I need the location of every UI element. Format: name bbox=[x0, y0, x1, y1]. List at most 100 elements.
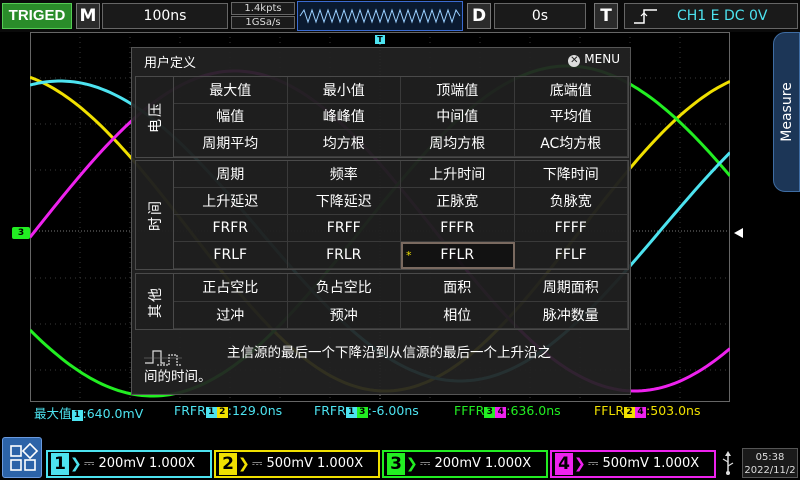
timebase-value[interactable]: 100ns bbox=[102, 3, 228, 29]
measurement-readout[interactable]: FFFR 3 4:636.0ns bbox=[454, 403, 561, 421]
measure-item[interactable]: 上升延迟 bbox=[174, 188, 288, 215]
description-area: 主信源的最后一个下降沿到从信源的最后一个上升沿之 间的时间。 bbox=[135, 335, 629, 392]
measure-item[interactable]: FRFR bbox=[174, 215, 288, 242]
horizontal-key[interactable]: M bbox=[76, 3, 100, 29]
measure-item-label: 负脉宽 bbox=[549, 194, 592, 210]
measure-item[interactable]: 最小值 bbox=[287, 77, 401, 104]
measure-item[interactable]: 下降延迟 bbox=[287, 188, 401, 215]
measure-item-label: 周期面积 bbox=[542, 280, 599, 297]
measure-item[interactable]: 预冲 bbox=[287, 301, 401, 329]
delay-value[interactable]: 0s bbox=[494, 3, 586, 29]
channel-1-box[interactable]: 1 ❯ ⎓ 200mV 1.000X bbox=[46, 450, 212, 478]
measurement-readout[interactable]: FRFR 1 3:-6.00ns bbox=[314, 403, 419, 421]
channel-4-box[interactable]: 4 ❯ ⎓ 500mV 1.000X bbox=[550, 450, 716, 478]
trigger-settings[interactable]: CH1 E DC 0V bbox=[624, 3, 798, 29]
channel-3-box[interactable]: 3 ❯ ⎓ 200mV 1.000X bbox=[382, 450, 548, 478]
measure-item[interactable]: 过冲 bbox=[174, 301, 288, 329]
source-channel-chip: 3 bbox=[356, 407, 368, 418]
selected-star-icon: * bbox=[406, 248, 412, 262]
trigger-level-marker[interactable] bbox=[734, 228, 743, 238]
measure-item[interactable]: FRLF bbox=[174, 242, 288, 269]
measure-item[interactable]: FFLF bbox=[514, 242, 628, 269]
channel-number: 1 bbox=[51, 453, 69, 475]
measure-item[interactable]: FFFR bbox=[401, 215, 515, 242]
measure-item[interactable]: 频率 bbox=[287, 161, 401, 188]
measure-side-tab[interactable]: Measure bbox=[773, 32, 800, 192]
measure-item[interactable]: 正占空比 bbox=[174, 274, 288, 302]
measure-item-label: FRLF bbox=[213, 247, 248, 263]
close-icon: ✕ bbox=[568, 55, 581, 67]
measure-item-label: 顶端值 bbox=[436, 82, 479, 99]
delay-key[interactable]: D bbox=[467, 3, 491, 29]
source-channel-chip: 1 bbox=[71, 410, 83, 421]
clock-date: 2022/11/2 bbox=[744, 465, 796, 476]
waveform-overview[interactable] bbox=[297, 1, 463, 31]
measure-item[interactable]: 周均方根 bbox=[401, 130, 515, 157]
trigger-status[interactable]: TRIGED bbox=[2, 3, 72, 29]
source-channel-chip: 4 bbox=[495, 407, 507, 418]
measurement-readout[interactable]: FFLR 2 4:503.0ns bbox=[594, 403, 700, 421]
trigger-position-marker[interactable]: T bbox=[375, 35, 385, 44]
ch3-offset-marker[interactable]: 3 bbox=[12, 227, 30, 239]
measure-item-label: 最大值 bbox=[209, 82, 252, 99]
measure-item-label: FFFF bbox=[554, 220, 587, 236]
sample-rate: 1GSa/s bbox=[231, 16, 295, 29]
measure-item[interactable]: FRLR bbox=[287, 242, 401, 269]
measurement-name: FFFR bbox=[454, 403, 485, 418]
dialog-title: 用户定义 bbox=[144, 56, 197, 71]
measurement-name: FRFR bbox=[174, 403, 206, 418]
measure-item[interactable]: 负脉宽 bbox=[514, 188, 628, 215]
measurement-name: FFLR bbox=[594, 403, 625, 418]
measure-item[interactable]: 正脉宽 bbox=[401, 188, 515, 215]
menu-label: MENU bbox=[584, 52, 620, 66]
measure-item[interactable]: 峰峰值 bbox=[287, 103, 401, 131]
measurement-readout[interactable]: FRFR 1 2:129.0ns bbox=[174, 403, 282, 421]
trigger-key[interactable]: T bbox=[594, 3, 618, 29]
measure-item[interactable]: 顶端值 bbox=[401, 77, 515, 104]
measure-item[interactable]: * FFLR bbox=[401, 242, 515, 269]
measure-item-label: 过冲 bbox=[216, 307, 245, 324]
measure-item-label: 频率 bbox=[329, 167, 358, 183]
measure-item[interactable]: FRFF bbox=[287, 215, 401, 242]
channel-2-box[interactable]: 2 ❯ ⎓ 500mV 1.000X bbox=[214, 450, 380, 478]
measure-item-label: FFLR bbox=[440, 247, 475, 263]
edge-timing-icon bbox=[144, 350, 182, 366]
measure-item[interactable]: 底端值 bbox=[514, 77, 628, 104]
measure-item[interactable]: 周期面积 bbox=[514, 274, 628, 302]
dialog-close-button[interactable]: ✕ MENU bbox=[568, 52, 620, 67]
measure-item-label: 下降时间 bbox=[542, 167, 599, 183]
measurement-value: :503.0ns bbox=[646, 403, 701, 418]
channel-scale: 500mV 1.000X bbox=[602, 456, 700, 471]
measure-item[interactable]: AC均方根 bbox=[514, 130, 628, 157]
measurement-value: :-6.00ns bbox=[367, 403, 419, 418]
measure-item-label: 预冲 bbox=[329, 307, 358, 324]
measure-item[interactable]: 幅值 bbox=[174, 103, 288, 131]
measure-item[interactable]: 面积 bbox=[401, 274, 515, 302]
measure-item[interactable]: 周期平均 bbox=[174, 130, 288, 157]
measure-item[interactable]: 上升时间 bbox=[401, 161, 515, 188]
measure-item[interactable]: 脉冲数量 bbox=[514, 301, 628, 329]
measure-item[interactable]: 中间值 bbox=[401, 103, 515, 131]
measure-item-label: 均方根 bbox=[322, 136, 365, 153]
measure-item[interactable]: 均方根 bbox=[287, 130, 401, 157]
other-section: 其他 正占空比 负占空比 面积 周期面积过冲 预冲 相位 脉冲数量 bbox=[135, 273, 629, 330]
section-label: 其他 bbox=[136, 274, 174, 329]
measure-item[interactable]: 负占空比 bbox=[287, 274, 401, 302]
chevron-right-icon: ❯ bbox=[70, 456, 82, 472]
measure-item[interactable]: 最大值 bbox=[174, 77, 288, 104]
channel-scale: 200mV 1.000X bbox=[434, 456, 532, 471]
measure-item[interactable]: 平均值 bbox=[514, 103, 628, 131]
channel-setting: ⎓ 200mV 1.000X bbox=[420, 455, 531, 473]
measurement-readout[interactable]: 最大值 1:640.0mV bbox=[34, 403, 143, 421]
channel-setting: ⎓ 500mV 1.000X bbox=[252, 455, 363, 473]
measure-item-label: FRFR bbox=[212, 220, 249, 236]
source-channel-chip: 3 bbox=[484, 407, 496, 418]
home-menu-button[interactable] bbox=[2, 437, 42, 478]
measure-item[interactable]: 相位 bbox=[401, 301, 515, 329]
measure-item-label: 幅值 bbox=[216, 109, 245, 126]
measure-item[interactable]: FFFF bbox=[514, 215, 628, 242]
measure-item[interactable]: 下降时间 bbox=[514, 161, 628, 188]
dc-coupling-icon: ⎓ bbox=[252, 456, 267, 471]
measure-item-label: 周期 bbox=[216, 167, 245, 183]
measure-item[interactable]: 周期 bbox=[174, 161, 288, 188]
